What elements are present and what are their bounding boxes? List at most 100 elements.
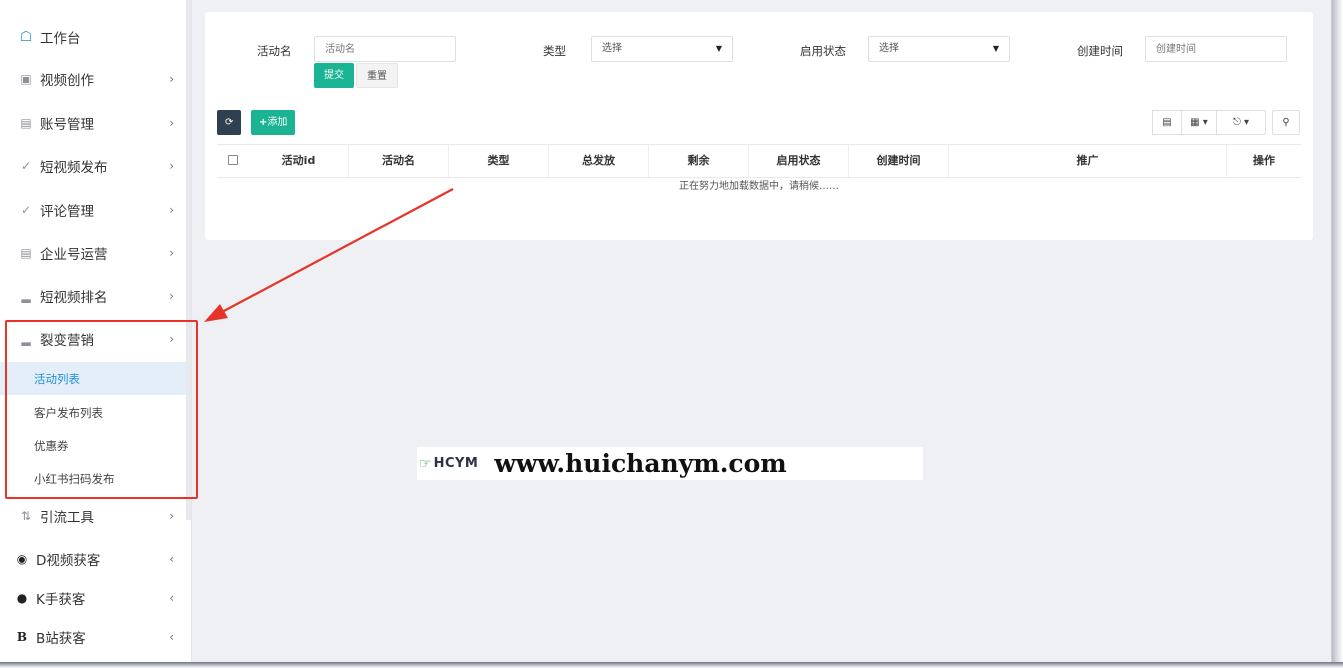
chevron-right-icon: › — [169, 203, 174, 217]
frame-shadow-right — [1332, 0, 1343, 668]
columns-button[interactable]: ▦ ▾ — [1181, 110, 1217, 135]
sidebar-item-label: 工作台 — [40, 31, 81, 47]
sidebar-scrollbar[interactable] — [186, 0, 191, 520]
column-header[interactable]: 操作 — [1227, 145, 1301, 177]
search-button[interactable]: ⚲ — [1272, 110, 1300, 135]
sidebar-item-label: 视频创作 — [40, 73, 94, 89]
column-header[interactable]: 总发放 — [549, 145, 649, 177]
chevron-right-icon: › — [169, 246, 174, 260]
sidebar-item-label: 引流工具 — [40, 510, 94, 526]
sidebar-subitem-label: 客户发布列表 — [34, 405, 103, 420]
column-header[interactable]: 剩余 — [649, 145, 749, 177]
chevron-left-icon: ‹ — [169, 630, 174, 644]
created-time-input[interactable] — [1145, 36, 1287, 62]
k-icon: ● — [16, 591, 28, 605]
eye-icon: ◉ — [16, 552, 28, 566]
select-all-checkbox[interactable] — [228, 155, 238, 165]
status-select[interactable]: 选择 ▼ — [868, 36, 1010, 62]
chevron-right-icon: › — [169, 509, 174, 523]
export-button[interactable]: ⎋ ▾ — [1216, 110, 1266, 135]
sidebar-item-video-creation[interactable]: ▣ 视频创作 › — [0, 59, 186, 99]
sidebar-item-fission-marketing[interactable]: ▂ 裂变营销 › — [0, 319, 186, 359]
arrow-head — [204, 304, 228, 322]
submit-button[interactable]: 提交 — [314, 63, 354, 88]
b-icon: B — [16, 630, 28, 644]
video-icon: ▣ — [20, 72, 32, 86]
chevron-left-icon: ‹ — [169, 591, 174, 605]
column-header[interactable]: 创建时间 — [849, 145, 949, 177]
sidebar-subitem-customer-publish[interactable]: 客户发布列表 — [0, 396, 190, 429]
sidebar-item-label: D视频获客 — [36, 553, 101, 569]
export-icon: ⎋ ▾ — [1232, 117, 1250, 128]
sidebar-subitem-xiaohongshu[interactable]: 小红书扫码发布 — [0, 462, 190, 495]
sidebar-item-comments[interactable]: ✓ 评论管理 › — [0, 190, 186, 230]
type-select[interactable]: 选择 ▼ — [591, 36, 733, 62]
sidebar-item-label: 企业号运营 — [40, 247, 108, 263]
activity-name-input[interactable] — [314, 36, 456, 62]
column-header[interactable]: 启用状态 — [749, 145, 849, 177]
chevron-right-icon: › — [169, 116, 174, 130]
frame-shadow-bottom — [0, 662, 1343, 668]
search-icon: ⚲ — [1282, 117, 1290, 128]
chevron-right-icon: › — [169, 159, 174, 173]
sidebar-subitem-label: 优惠券 — [34, 438, 69, 453]
filter-label-created: 创建时间 — [1077, 44, 1123, 58]
send-icon: ✓ — [20, 159, 32, 173]
sidebar-subitem-label: 活动列表 — [34, 371, 80, 386]
column-header[interactable]: 活动名 — [349, 145, 449, 177]
filter-label-status: 启用状态 — [800, 44, 846, 58]
sidebar-item-ranking[interactable]: ▂ 短视频排名 › — [0, 276, 186, 316]
sidebar-item-label: 短视频发布 — [40, 160, 108, 176]
enterprise-icon: ▤ — [20, 246, 32, 260]
reset-button[interactable]: 重置 — [356, 63, 398, 88]
refresh-button[interactable]: ⟳ — [217, 110, 242, 135]
sidebar-item-label: 账号管理 — [40, 117, 94, 133]
list-icon: ▤ — [1162, 117, 1172, 128]
chevron-right-icon: › — [169, 72, 174, 86]
caret-down-icon: ▼ — [715, 44, 722, 53]
sidebar-item-b-station[interactable]: B B站获客 ‹ — [0, 617, 186, 657]
watermark: ☞ HCYM www.huichanym.com — [417, 447, 923, 480]
column-header[interactable]: 活动id — [249, 145, 349, 177]
table-header: 活动id 活动名 类型 总发放 剩余 启用状态 创建时间 推广 操作 — [217, 144, 1301, 178]
filter-label-type: 类型 — [543, 44, 566, 58]
sidebar-item-label: K手获客 — [36, 592, 86, 608]
sidebar-subitem-label: 小红书扫码发布 — [34, 471, 115, 486]
column-header[interactable]: 推广 — [949, 145, 1227, 177]
sidebar-item-label: 评论管理 — [40, 204, 94, 220]
account-icon: ▤ — [20, 116, 32, 130]
grid-icon: ▦ ▾ — [1190, 117, 1208, 128]
sidebar-subitem-coupons[interactable]: 优惠券 — [0, 429, 190, 462]
refresh-icon: ⟳ — [225, 117, 234, 128]
sidebar: ☖ 工作台 ▣ 视频创作 › ▤ 账号管理 › ✓ 短视频发布 › ✓ 评论管理… — [0, 0, 192, 662]
watermark-url: www.huichanym.com — [494, 449, 787, 478]
sidebar-item-home[interactable]: ☖ 工作台 — [0, 17, 186, 57]
chevron-left-icon: ‹ — [169, 552, 174, 566]
column-header[interactable]: 类型 — [449, 145, 549, 177]
sidebar-item-k-hand[interactable]: ● K手获客 ‹ — [0, 578, 186, 618]
sidebar-item-d-video[interactable]: ◉ D视频获客 ‹ — [0, 539, 186, 579]
filter-label-activity-name: 活动名 — [257, 44, 292, 58]
type-select-value: 选择 — [602, 43, 622, 54]
rank-icon: ▂ — [21, 289, 31, 303]
sidebar-item-label: B站获客 — [36, 631, 86, 647]
chevron-right-icon: › — [169, 332, 174, 346]
sidebar-item-label: 短视频排名 — [40, 290, 108, 306]
toggle-view-button[interactable]: ▤ — [1152, 110, 1182, 135]
main-panel: 活动名 类型 选择 ▼ 启用状态 选择 ▼ 创建时间 提交 重置 ⟳ +添加 ▤… — [205, 12, 1313, 240]
shovel-icon: ☞ — [419, 455, 432, 472]
app-frame: ☖ 工作台 ▣ 视频创作 › ▤ 账号管理 › ✓ 短视频发布 › ✓ 评论管理… — [0, 0, 1332, 662]
sidebar-item-short-video-publish[interactable]: ✓ 短视频发布 › — [0, 146, 186, 186]
add-button-label: 添加 — [267, 117, 288, 128]
sidebar-subitem-activity-list[interactable]: 活动列表 — [0, 362, 190, 395]
sidebar-item-traffic-tools[interactable]: ⇅ 引流工具 › — [0, 496, 186, 536]
loading-message: 正在努力地加载数据中，请稍候…… — [679, 181, 839, 192]
sidebar-item-enterprise[interactable]: ▤ 企业号运营 › — [0, 233, 186, 273]
sidebar-item-account[interactable]: ▤ 账号管理 › — [0, 103, 186, 143]
home-icon: ☖ — [19, 29, 33, 45]
status-select-value: 选择 — [879, 43, 899, 54]
sidebar-item-label: 裂变营销 — [40, 333, 94, 349]
chevron-right-icon: › — [169, 289, 174, 303]
caret-down-icon: ▼ — [992, 44, 999, 53]
add-button[interactable]: +添加 — [251, 110, 296, 135]
